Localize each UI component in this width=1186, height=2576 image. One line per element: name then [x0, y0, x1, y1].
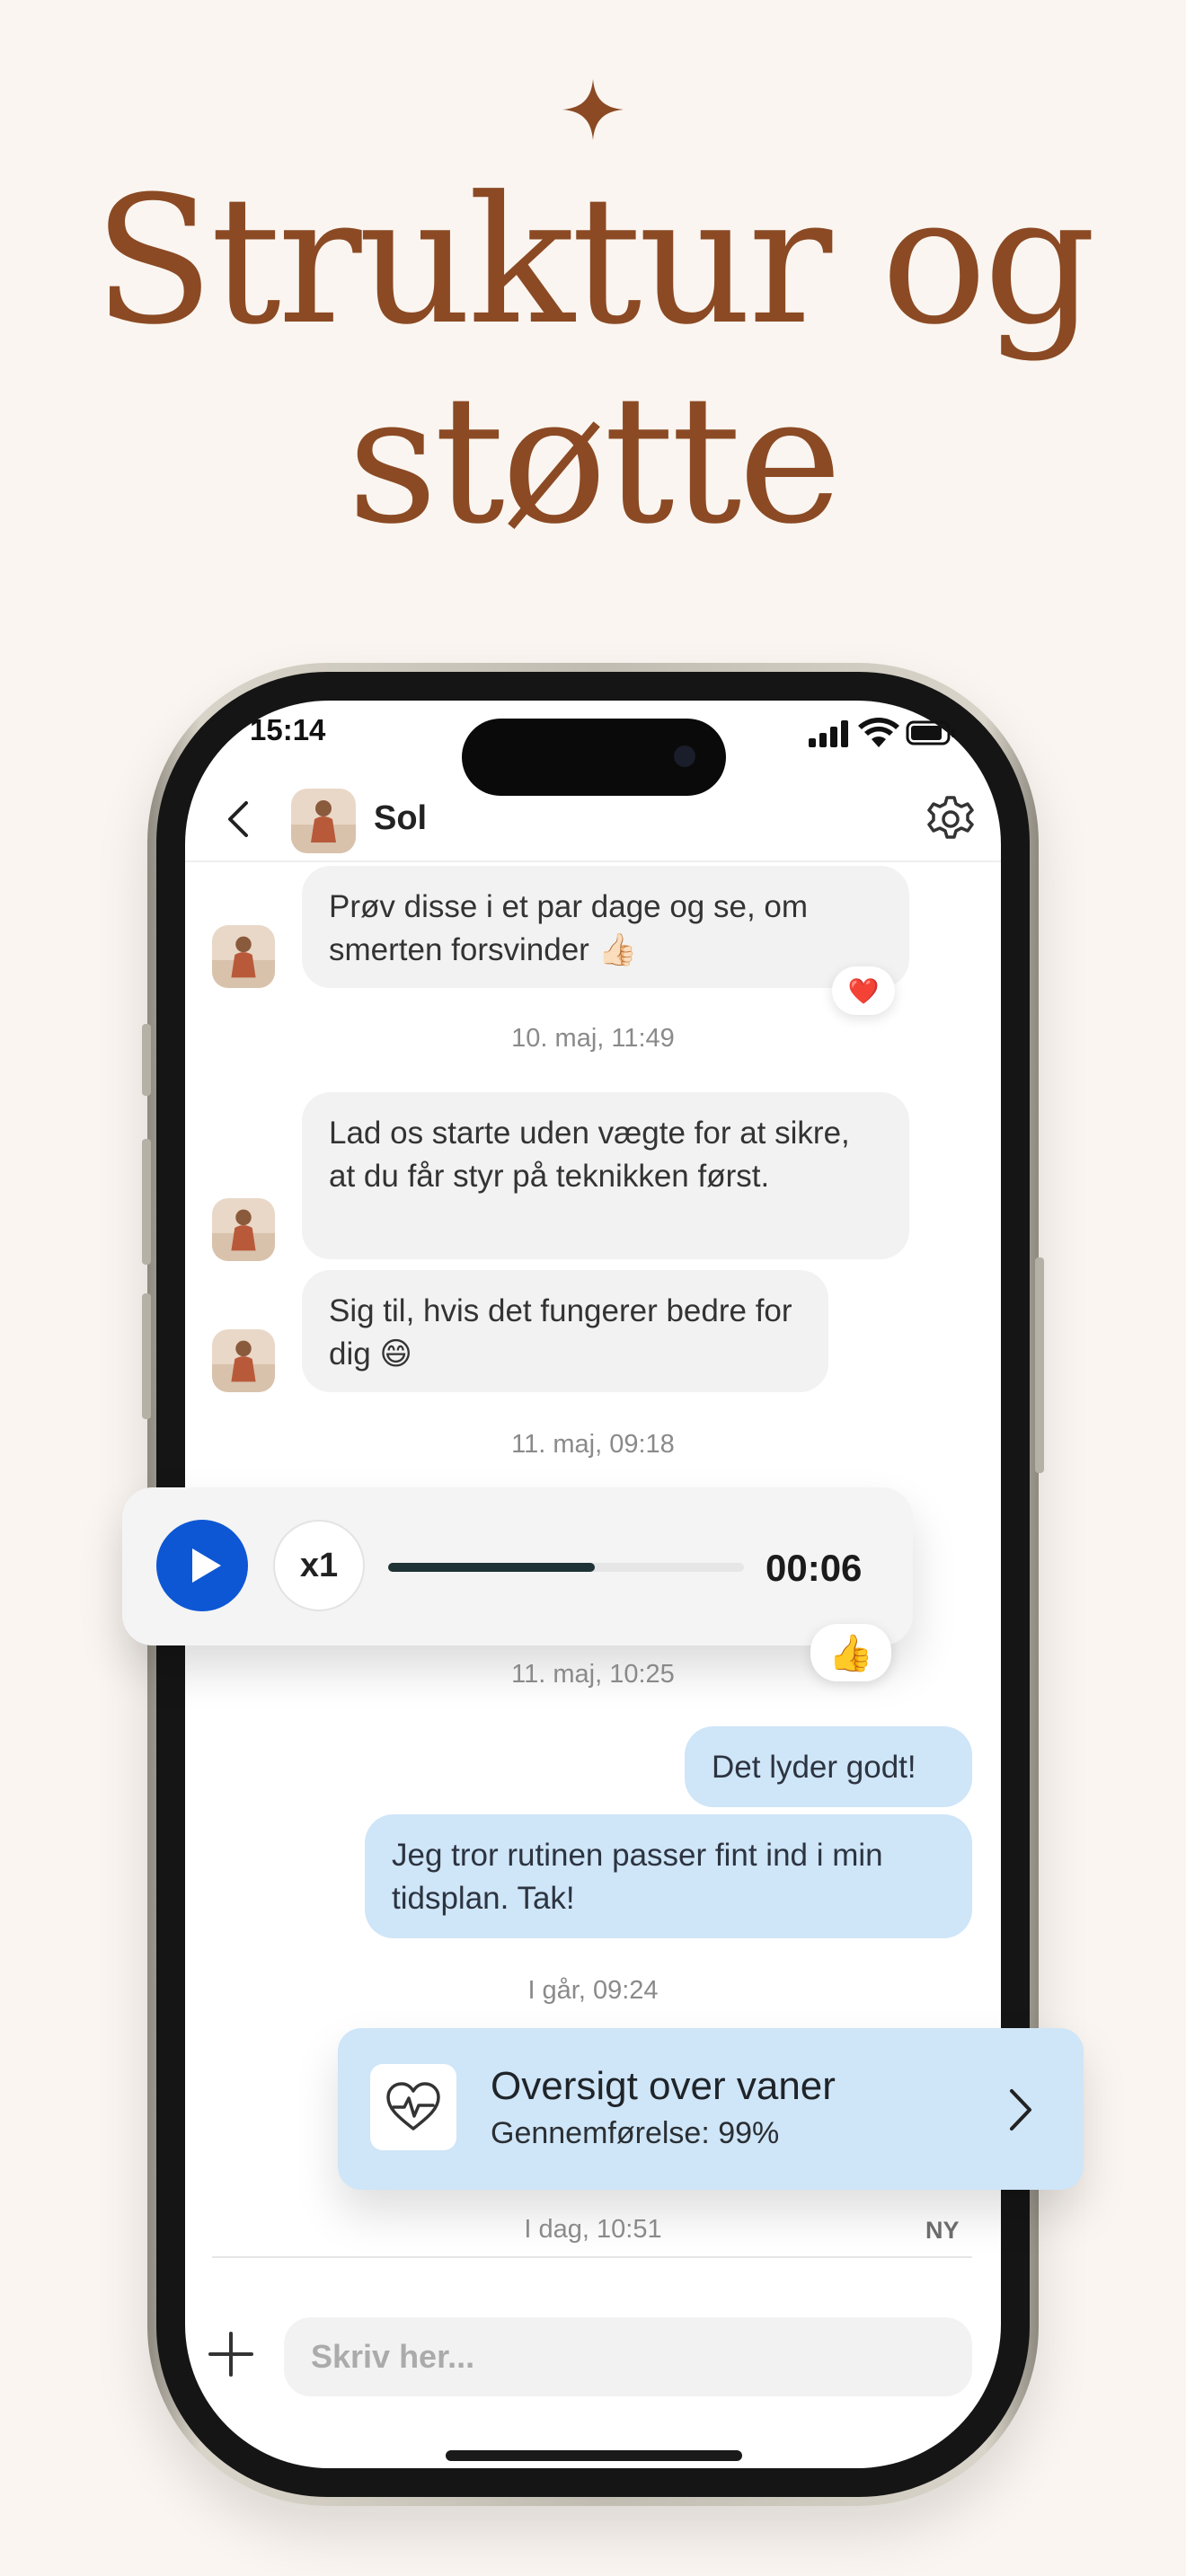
- contact-avatar[interactable]: [291, 789, 356, 853]
- chevron-right-icon[interactable]: [1008, 2087, 1033, 2132]
- wifi-icon: [858, 718, 899, 747]
- message-input[interactable]: [284, 2317, 972, 2396]
- sender-avatar: [212, 925, 275, 988]
- habit-overview-card[interactable]: Oversigt over vaner Gennemførelse: 99%: [338, 2028, 1084, 2190]
- habit-card-subtitle: Gennemførelse: 99%: [491, 2116, 780, 2150]
- new-badge: NY: [925, 2217, 960, 2244]
- headline: Struktur og støtte: [0, 162, 1186, 560]
- habit-icon-box: [370, 2064, 456, 2150]
- sender-avatar: [212, 1198, 275, 1261]
- message-text: Sig til, hvis det fungerer bedre for dig…: [329, 1293, 792, 1372]
- signal-icon: [809, 720, 848, 747]
- headline-line-1: Struktur og: [93, 159, 1096, 364]
- sender-avatar: [212, 1329, 275, 1392]
- incoming-message[interactable]: Prøv disse i et par dage og se, om smert…: [302, 866, 909, 988]
- message-reaction[interactable]: ❤️: [832, 966, 895, 1015]
- status-time: 15:14: [250, 713, 326, 746]
- voice-message-card[interactable]: x1 00:06: [122, 1487, 913, 1645]
- message-text: Jeg tror rutinen passer fint ind i min t…: [392, 1838, 883, 1916]
- timestamp: 11. maj, 10:25: [511, 1660, 675, 1689]
- incoming-message[interactable]: Lad os starte uden vægte for at sikre, a…: [302, 1092, 909, 1259]
- play-button[interactable]: [156, 1520, 248, 1611]
- outgoing-message[interactable]: Jeg tror rutinen passer fint ind i min t…: [365, 1814, 972, 1938]
- timestamp: 11. maj, 09:18: [511, 1430, 675, 1459]
- timestamp: I dag, 10:51: [524, 2215, 662, 2244]
- habit-card-title: Oversigt over vaner: [491, 2064, 836, 2108]
- message-text: Lad os starte uden vægte for at sikre, a…: [329, 1116, 850, 1194]
- back-chevron-icon[interactable]: [225, 799, 252, 839]
- message-text: Det lyder godt!: [712, 1750, 916, 1785]
- incoming-message[interactable]: Sig til, hvis det fungerer bedre for dig…: [302, 1270, 828, 1392]
- timestamp: I går, 09:24: [527, 1976, 659, 2005]
- playback-speed-button[interactable]: x1: [273, 1520, 365, 1611]
- outgoing-message[interactable]: Det lyder godt!: [685, 1726, 972, 1807]
- voice-duration: 00:06: [766, 1547, 863, 1589]
- front-camera: [674, 745, 695, 767]
- contact-name[interactable]: Sol: [374, 799, 427, 838]
- phone-power-button: [1035, 1257, 1044, 1473]
- headline-line-2: støtte: [347, 358, 843, 563]
- plus-icon[interactable]: [207, 2330, 255, 2378]
- phone-volume-down: [142, 1293, 151, 1419]
- voice-progress-track[interactable]: [388, 1563, 744, 1572]
- home-indicator[interactable]: [446, 2450, 742, 2461]
- gear-icon[interactable]: [925, 794, 976, 844]
- heart-reaction-icon: ❤️: [847, 976, 880, 1005]
- phone-side-button: [142, 1024, 151, 1096]
- status-icons: [809, 718, 955, 747]
- voice-progress-fill: [388, 1563, 595, 1572]
- header-divider: [185, 860, 1001, 862]
- battery-icon: [906, 720, 955, 745]
- phone-volume-up: [142, 1139, 151, 1265]
- message-text: Prøv disse i et par dage og se, om smert…: [329, 889, 809, 967]
- composer-divider: [212, 2256, 972, 2258]
- play-icon: [192, 1548, 221, 1583]
- heart-pulse-icon: [386, 2082, 440, 2130]
- timestamp: 10. maj, 11:49: [511, 1024, 675, 1053]
- sparkle-icon: [562, 79, 624, 140]
